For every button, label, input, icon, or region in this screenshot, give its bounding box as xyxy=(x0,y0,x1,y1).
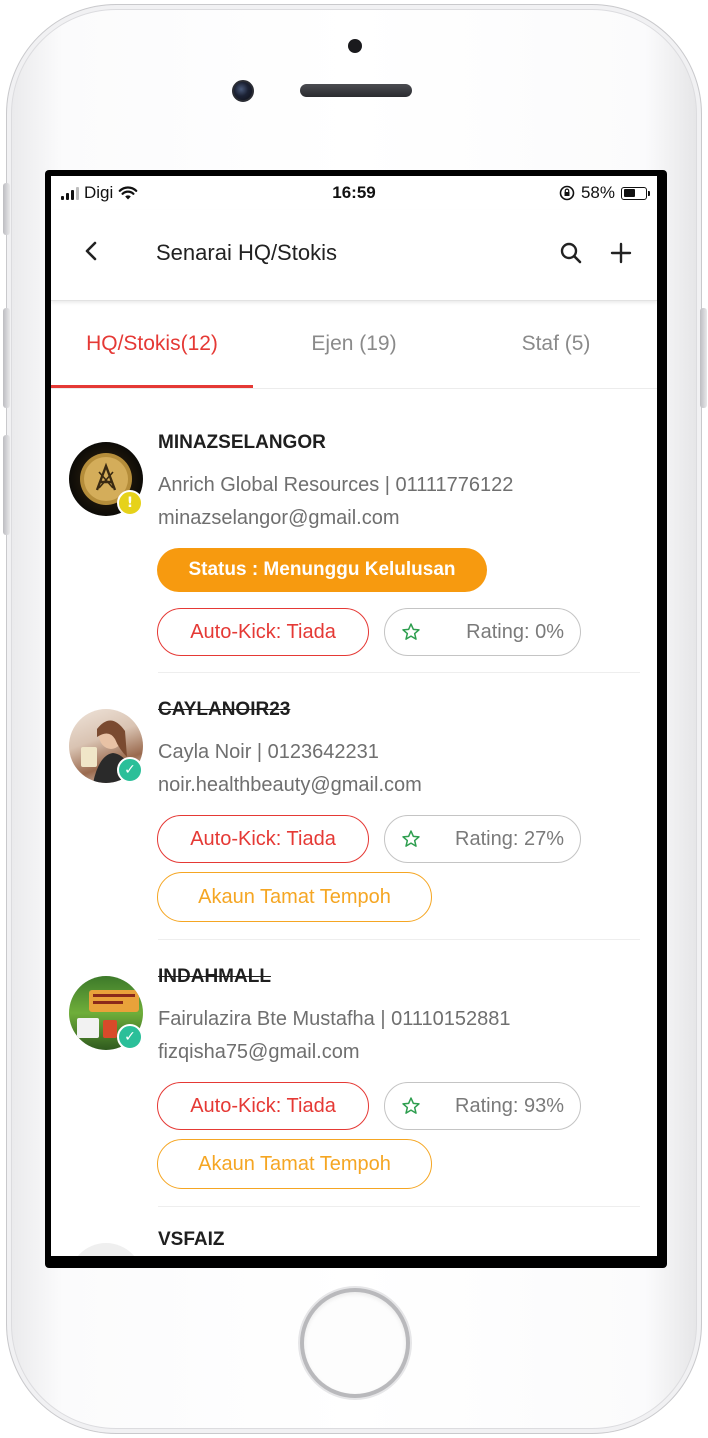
front-camera xyxy=(232,80,254,102)
list-item[interactable]: ! MINAZSELANGOR Anrich Global Resources … xyxy=(51,388,657,673)
rating-value: Rating: 93% xyxy=(455,1094,564,1117)
power-button xyxy=(700,308,707,408)
battery-icon xyxy=(621,186,650,200)
app-header: Senarai HQ/Stokis xyxy=(51,210,657,301)
rating-button[interactable]: Rating: 93% xyxy=(384,1082,581,1130)
tab-hq-stokis[interactable]: HQ/Stokis(12) xyxy=(51,332,253,356)
status-bar: Digi 16:59 58% xyxy=(51,176,657,210)
expired-account-badge: Akaun Tamat Tempoh xyxy=(157,1139,432,1189)
auto-kick-button[interactable]: Auto-Kick: Tiada xyxy=(157,608,369,656)
star-icon xyxy=(402,1097,420,1114)
rating-button[interactable]: Rating: 27% xyxy=(384,815,581,863)
username: MINAZSELANGOR xyxy=(158,432,326,453)
auto-kick-button[interactable]: Auto-Kick: Tiada xyxy=(157,815,369,863)
star-icon xyxy=(402,623,420,640)
email: fizqisha75@gmail.com xyxy=(158,1041,360,1063)
username: VSFAIZ xyxy=(158,1229,225,1250)
list-item[interactable]: VSFAIZ xyxy=(51,1207,657,1256)
tab-staf[interactable]: Staf (5) xyxy=(455,332,657,356)
username: INDAHMALL xyxy=(158,966,271,987)
pending-badge-icon: ! xyxy=(117,490,143,516)
verified-badge-icon: ✓ xyxy=(117,1024,143,1050)
auto-kick-button[interactable]: Auto-Kick: Tiada xyxy=(157,1082,369,1130)
rotation-lock-icon xyxy=(559,185,575,201)
list-item[interactable]: ✓ CAYLANOIR23 Cayla Noir | 0123642231 no… xyxy=(51,673,657,940)
battery-percent: 58% xyxy=(580,183,615,202)
search-icon[interactable] xyxy=(559,241,583,265)
avatar xyxy=(69,1243,143,1256)
rating-button[interactable]: Rating: 0% xyxy=(384,608,581,656)
email: noir.healthbeauty@gmail.com xyxy=(158,774,422,796)
star-icon xyxy=(402,830,420,847)
rating-value: Rating: 0% xyxy=(466,620,564,643)
plus-icon[interactable] xyxy=(609,241,633,265)
chevron-left-icon[interactable] xyxy=(81,240,103,262)
username: CAYLANOIR23 xyxy=(158,699,291,720)
tab-bar: HQ/Stokis(12) Ejen (19) Staf (5) xyxy=(51,302,657,389)
rating-value: Rating: 27% xyxy=(455,827,564,850)
tab-ejen[interactable]: Ejen (19) xyxy=(253,332,455,356)
company-phone: Anrich Global Resources | 01111776122 xyxy=(158,474,514,496)
verified-badge-icon: ✓ xyxy=(117,757,143,783)
expired-account-badge: Akaun Tamat Tempoh xyxy=(157,872,432,922)
status-badge: Status : Menunggu Kelulusan xyxy=(157,548,487,592)
mute-switch xyxy=(3,183,10,235)
home-button[interactable] xyxy=(300,1288,410,1398)
name-phone: Cayla Noir | 0123642231 xyxy=(158,741,379,763)
email: minazselangor@gmail.com xyxy=(158,507,400,529)
page-title: Senarai HQ/Stokis xyxy=(156,240,337,265)
app-screen: Digi 16:59 58% Senarai HQ/Stokis HQ/Stok… xyxy=(51,176,657,1256)
volume-up-button xyxy=(3,308,10,408)
name-phone: Fairulazira Bte Mustafha | 01110152881 xyxy=(158,1008,511,1030)
proximity-sensor xyxy=(348,39,362,53)
earpiece-speaker xyxy=(300,84,412,97)
list-item[interactable]: ✓ INDAHMALL Fairulazira Bte Mustafha | 0… xyxy=(51,940,657,1207)
volume-down-button xyxy=(3,435,10,535)
